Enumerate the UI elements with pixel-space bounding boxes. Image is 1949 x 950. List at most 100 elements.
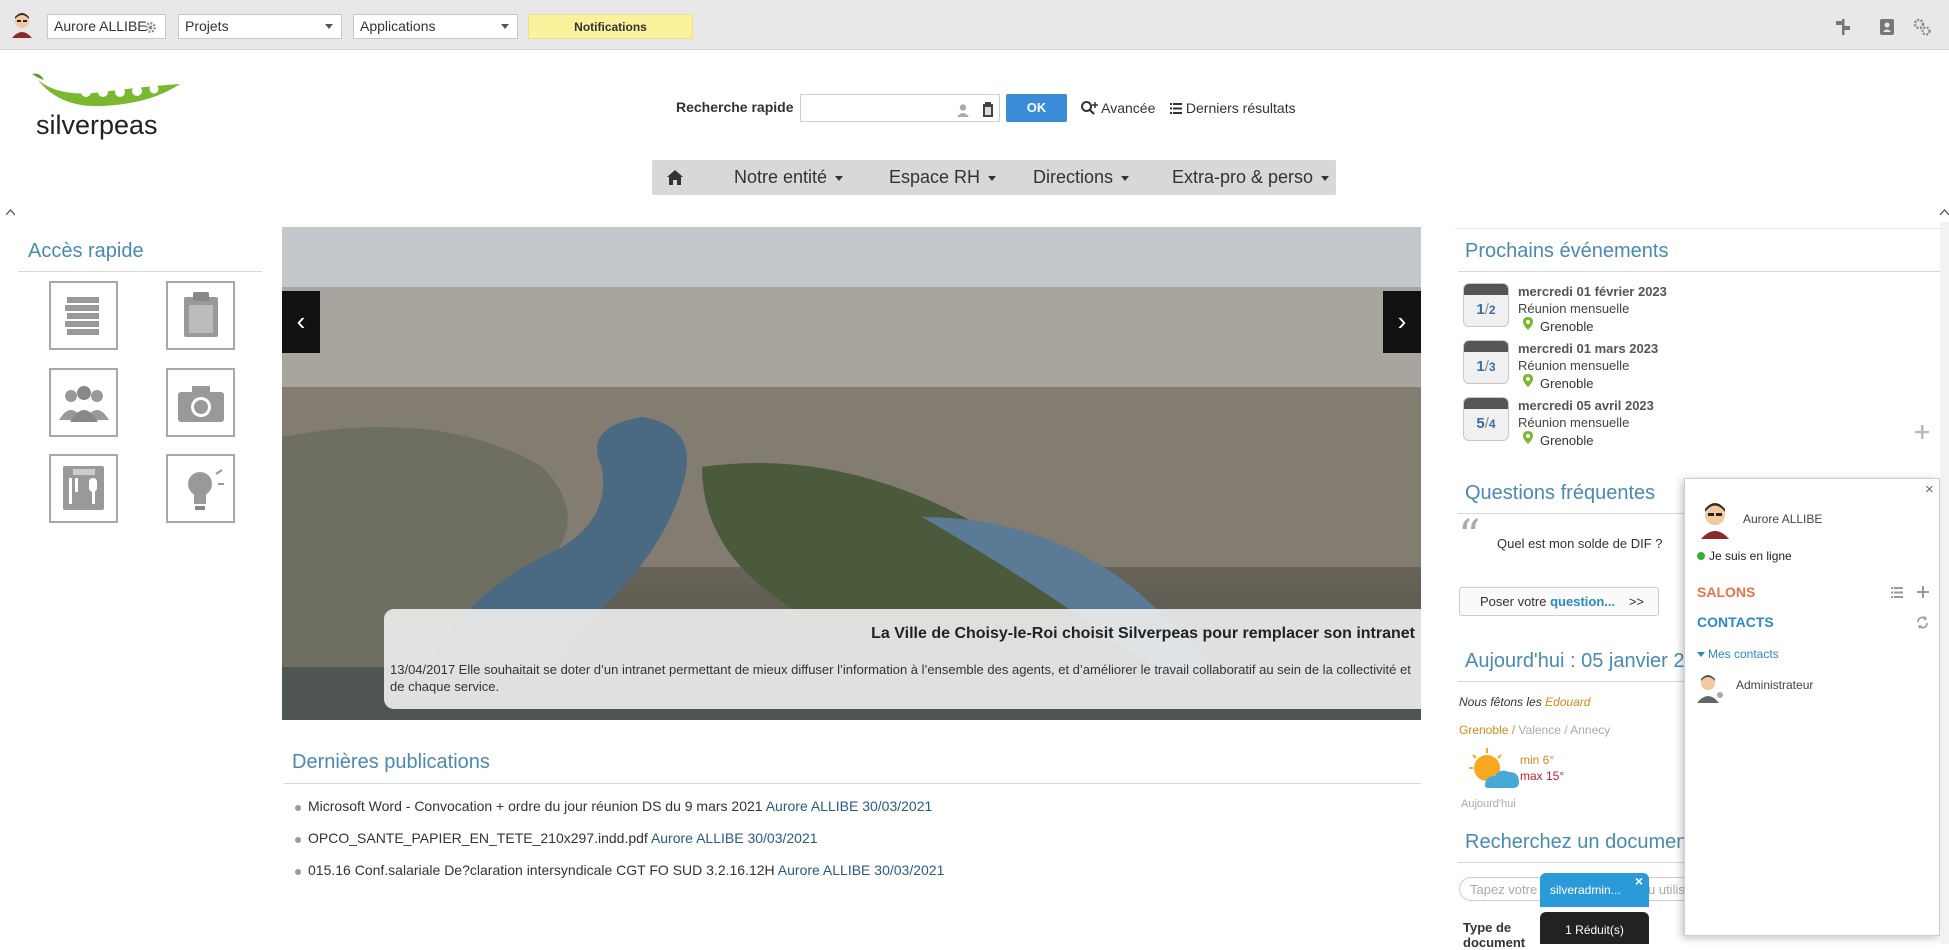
temp-max: max 15° bbox=[1520, 769, 1565, 783]
chat-window-tab[interactable]: silveradmin... × bbox=[1540, 873, 1649, 907]
books-icon bbox=[65, 297, 99, 335]
applications-select[interactable]: Applications bbox=[353, 14, 518, 39]
projects-select[interactable]: Projets bbox=[178, 14, 342, 39]
publication-item[interactable]: 015.16 Conf.salariale De?claration inter… bbox=[294, 862, 944, 878]
nav-item-label: Notre entité bbox=[734, 167, 828, 187]
publication-item[interactable]: Microsoft Word - Convocation + ordre du … bbox=[294, 798, 932, 814]
event-date[interactable]: mercredi 05 avril 2023 bbox=[1518, 398, 1654, 413]
news-carousel[interactable]: ‹ › La Ville de Choisy-le-Roi choisit Si… bbox=[282, 227, 1421, 720]
advanced-search-label: Avancée bbox=[1101, 100, 1156, 116]
top-bar: Aurore ALLIBE Projets Applications Notif… bbox=[0, 0, 1949, 50]
chat-window-close-button[interactable]: × bbox=[1635, 864, 1643, 898]
city-tab-annecy[interactable]: Annecy bbox=[1570, 723, 1610, 737]
collapse-up-icon[interactable] bbox=[1940, 209, 1949, 216]
carousel-prev-button[interactable]: ‹ bbox=[282, 291, 320, 353]
city-tab-grenoble[interactable]: Grenoble bbox=[1459, 723, 1508, 737]
publication-author[interactable]: Aurore ALLIBE bbox=[651, 830, 744, 846]
chevron-down-icon bbox=[988, 175, 997, 181]
signpost-icon[interactable] bbox=[1833, 17, 1853, 37]
camera-icon bbox=[178, 386, 224, 422]
weather-day-label: Aujourd'hui bbox=[1461, 798, 1516, 810]
nav-item-directions[interactable]: Directions bbox=[1033, 160, 1130, 195]
divider bbox=[18, 271, 262, 272]
quick-access-directory[interactable] bbox=[49, 368, 118, 437]
chat-status[interactable]: Je suis en ligne bbox=[1709, 549, 1792, 563]
carousel-next-button[interactable]: › bbox=[1383, 291, 1421, 353]
search-label: Recherche rapide bbox=[676, 99, 794, 115]
faq-title: Questions fréquentes bbox=[1465, 482, 1656, 504]
publication-title[interactable]: 015.16 Conf.salariale De?claration inter… bbox=[308, 862, 775, 878]
city-tab-valence[interactable]: Valence bbox=[1518, 723, 1560, 737]
directory-icon[interactable] bbox=[1877, 17, 1897, 37]
carousel-caption[interactable]: La Ville de Choisy-le-Roi choisit Silver… bbox=[384, 609, 1421, 709]
advanced-search-link[interactable]: Avancée bbox=[1080, 100, 1155, 116]
quick-access-forms[interactable] bbox=[166, 281, 235, 350]
user-menu[interactable]: Aurore ALLIBE bbox=[47, 14, 166, 39]
gear-icon[interactable] bbox=[144, 21, 157, 34]
home-icon[interactable] bbox=[666, 169, 684, 186]
publications-title: Dernières publications bbox=[292, 751, 490, 773]
publication-date: 30/03/2021 bbox=[747, 830, 818, 846]
event-calendar-badge[interactable]: 1/3 bbox=[1463, 340, 1509, 384]
nav-item-label: Directions bbox=[1033, 167, 1114, 187]
list-icon[interactable] bbox=[1891, 587, 1903, 598]
add-icon[interactable] bbox=[1914, 424, 1930, 440]
divider bbox=[1458, 681, 1684, 682]
event-calendar-badge[interactable]: 1/2 bbox=[1463, 283, 1509, 327]
nav-item-espace-rh[interactable]: Espace RH bbox=[889, 160, 997, 195]
chat-user-avatar[interactable] bbox=[1699, 501, 1731, 539]
contacts-label[interactable]: CONTACTS bbox=[1697, 614, 1774, 630]
last-results-link[interactable]: Derniers résultats bbox=[1170, 100, 1296, 116]
add-icon[interactable] bbox=[1917, 586, 1929, 598]
faq-question[interactable]: Quel est mon solde de DIF ? bbox=[1497, 536, 1662, 551]
event-name: Réunion mensuelle bbox=[1518, 358, 1630, 373]
reduced-chats-button[interactable]: 1 Réduit(s) bbox=[1540, 912, 1649, 944]
contact-avatar[interactable] bbox=[1697, 673, 1723, 703]
refresh-icon[interactable] bbox=[1916, 616, 1929, 629]
quote-icon: “ bbox=[1458, 511, 1481, 562]
nav-item-notre-entite[interactable]: Notre entité bbox=[734, 160, 844, 195]
scrollbar[interactable] bbox=[1940, 222, 1949, 944]
quick-access-gallery[interactable] bbox=[166, 368, 235, 437]
silverpeas-logo[interactable]: silverpeas bbox=[30, 64, 190, 144]
chevron-down-icon bbox=[325, 24, 333, 29]
clipboard-icon bbox=[184, 292, 218, 337]
quick-access-library[interactable] bbox=[49, 281, 118, 350]
publication-title[interactable]: Microsoft Word - Convocation + ordre du … bbox=[308, 798, 763, 814]
divider bbox=[284, 783, 1421, 784]
carousel-title[interactable]: La Ville de Choisy-le-Roi choisit Silver… bbox=[871, 625, 1415, 643]
my-contacts-toggle[interactable]: Mes contacts bbox=[1697, 647, 1779, 661]
settings-icon[interactable] bbox=[1912, 17, 1932, 37]
event-date[interactable]: mercredi 01 février 2023 bbox=[1518, 284, 1667, 299]
temp-min: min 6° bbox=[1520, 753, 1555, 767]
contact-name[interactable]: Administrateur bbox=[1736, 678, 1813, 692]
clipboard-icon[interactable] bbox=[981, 102, 995, 118]
notifications-button[interactable]: Notifications bbox=[528, 14, 693, 39]
salons-label[interactable]: SALONS bbox=[1697, 584, 1755, 600]
ask-question-link: question... bbox=[1550, 594, 1616, 609]
chat-close-button[interactable]: × bbox=[1925, 481, 1934, 498]
user-icon[interactable] bbox=[956, 103, 970, 117]
nav-item-extra-pro[interactable]: Extra-pro & perso bbox=[1172, 160, 1330, 195]
chevron-down-icon bbox=[1321, 175, 1330, 181]
quick-access-menu[interactable] bbox=[49, 454, 118, 523]
search-ok-button[interactable]: OK bbox=[1006, 94, 1067, 122]
publication-author[interactable]: Aurore ALLIBE bbox=[778, 862, 871, 878]
publication-title[interactable]: OPCO_SANTE_PAPIER_EN_TETE_210x297.indd.p… bbox=[308, 830, 648, 846]
publication-item[interactable]: OPCO_SANTE_PAPIER_EN_TETE_210x297.indd.p… bbox=[295, 830, 818, 846]
search-input[interactable] bbox=[800, 94, 1000, 122]
location-pin-icon bbox=[1523, 431, 1533, 444]
event-date[interactable]: mercredi 01 mars 2023 bbox=[1518, 341, 1658, 356]
collapse-up-icon[interactable] bbox=[6, 209, 15, 216]
user-avatar-icon[interactable] bbox=[10, 12, 34, 38]
quick-access-title: Accès rapide bbox=[28, 240, 144, 262]
chat-user-name: Aurore ALLIBE bbox=[1743, 512, 1823, 526]
quick-access-ideas[interactable] bbox=[166, 454, 235, 523]
publication-author[interactable]: Aurore ALLIBE bbox=[766, 798, 859, 814]
online-status-dot bbox=[1697, 552, 1705, 560]
ask-question-button[interactable]: Poser votre question... >> bbox=[1459, 587, 1659, 616]
nav-item-label: Extra-pro & perso bbox=[1172, 167, 1314, 187]
event-calendar-badge[interactable]: 5/4 bbox=[1463, 397, 1509, 441]
chevron-down-icon bbox=[835, 175, 844, 181]
weather-city-selector: Grenoble / Valence / Annecy bbox=[1459, 723, 1611, 737]
